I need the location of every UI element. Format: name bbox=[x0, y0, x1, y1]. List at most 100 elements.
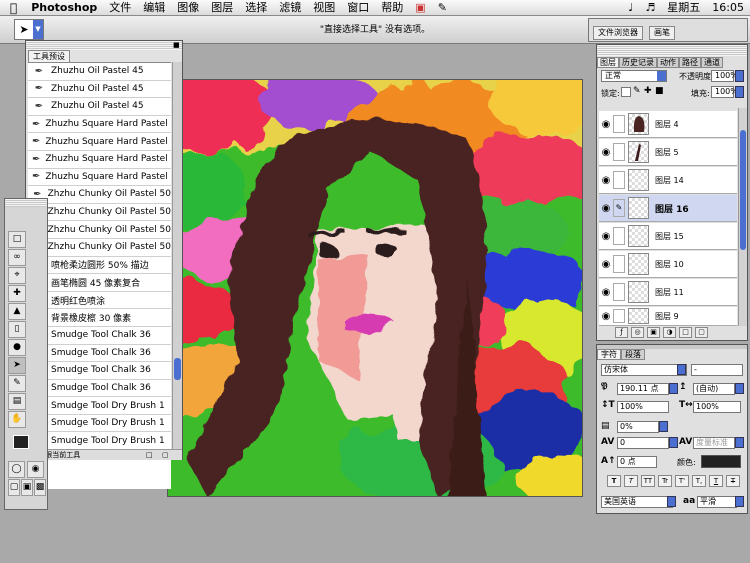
link-slot[interactable] bbox=[613, 309, 625, 323]
marquee-tool-icon[interactable]: □ bbox=[8, 231, 26, 248]
tab-actions[interactable]: 动作 bbox=[657, 57, 679, 68]
scrollbar-thumb[interactable] bbox=[740, 130, 746, 250]
eye-icon[interactable]: ◉ bbox=[599, 231, 613, 242]
eye-icon[interactable]: ◉ bbox=[599, 259, 613, 270]
tab-paragraph[interactable]: 段落 bbox=[621, 349, 645, 360]
list-item[interactable]: ▯背景橡皮檫 30 像素 bbox=[28, 309, 171, 327]
tab-character[interactable]: 字符 bbox=[597, 349, 621, 360]
tsume-input[interactable]: 0% bbox=[617, 421, 659, 433]
eye-icon[interactable]: ◉ bbox=[599, 119, 613, 130]
font-family-select[interactable]: 仿宋体 bbox=[601, 364, 687, 376]
list-item[interactable]: ✒Zhzhu Chunky Oil Pastel 50 bbox=[28, 186, 171, 204]
tab-history[interactable]: 历史记录 bbox=[619, 57, 657, 68]
small-caps-button[interactable]: Tr bbox=[658, 475, 672, 487]
horizontal-scale-input[interactable]: 100% bbox=[693, 401, 741, 413]
link-slot[interactable] bbox=[613, 283, 625, 301]
panel-close-icon[interactable]: ■ bbox=[173, 41, 180, 50]
list-item[interactable]: ☟Smudge Tool Dry Brush 1 bbox=[28, 432, 171, 451]
link-slot[interactable] bbox=[613, 115, 625, 133]
quickmask-mode-icon[interactable]: ◉ bbox=[27, 461, 44, 478]
fill-slider-icon[interactable] bbox=[735, 86, 744, 98]
screen-mode-2-icon[interactable]: ▣ bbox=[21, 479, 33, 496]
pen-tool-icon[interactable]: ✎ bbox=[8, 375, 26, 392]
layer-row[interactable]: ◉ 图层 9 bbox=[599, 307, 737, 326]
document-canvas[interactable] bbox=[167, 79, 583, 497]
list-item[interactable]: ☟Smudge Tool Dry Brush 1 bbox=[28, 415, 171, 433]
all-caps-button[interactable]: TT bbox=[641, 475, 655, 487]
list-item[interactable]: ✒Zhzhu Chunky Oil Pastel 50 bbox=[28, 239, 171, 257]
layer-row[interactable]: ◉ ✎ 图层 16 bbox=[599, 195, 737, 222]
blur-tool-icon[interactable]: ● bbox=[8, 339, 26, 356]
tracking-input[interactable]: 度量标准 bbox=[693, 437, 735, 449]
eye-icon[interactable]: ◉ bbox=[599, 203, 613, 214]
menu-layer[interactable]: 图层 bbox=[205, 0, 239, 16]
brush-icon[interactable]: ✎ bbox=[613, 199, 625, 217]
underline-button[interactable]: T bbox=[709, 475, 723, 487]
opacity-slider-icon[interactable] bbox=[735, 70, 744, 82]
antialias-select[interactable]: 平滑 bbox=[697, 496, 737, 508]
layer-row[interactable]: ◉ 图层 5 bbox=[599, 139, 737, 166]
toolbox-title-bar[interactable] bbox=[5, 199, 47, 207]
opacity-input[interactable]: 100% bbox=[711, 70, 738, 82]
list-item[interactable]: ☟Smudge Tool Chalk 36 bbox=[28, 345, 171, 363]
tab-tool-presets[interactable]: 工具预设 bbox=[28, 50, 70, 62]
menu-edit[interactable]: 编辑 bbox=[137, 0, 171, 16]
eye-icon[interactable]: ◉ bbox=[599, 175, 613, 186]
link-slot[interactable] bbox=[613, 255, 625, 273]
list-item[interactable]: ✎喷枪柔边圆形 50% 描边 bbox=[28, 257, 171, 275]
list-item[interactable]: ✒Zhzhu Chunky Oil Pastel 50 bbox=[28, 221, 171, 239]
healing-tool-icon[interactable]: ✚ bbox=[8, 285, 26, 302]
screen-mode-3-icon[interactable]: ▩ bbox=[34, 479, 46, 496]
path-selection-tool-icon[interactable]: ➤ bbox=[8, 357, 26, 374]
trash-icon[interactable]: ▢ bbox=[162, 450, 169, 460]
layers-scrollbar[interactable] bbox=[738, 108, 747, 326]
vertical-scale-input[interactable]: 100% bbox=[617, 401, 669, 413]
tab-channels[interactable]: 通道 bbox=[701, 57, 723, 68]
faux-italic-button[interactable]: T bbox=[624, 475, 638, 487]
chevron-down-icon[interactable] bbox=[735, 437, 744, 448]
layer-row[interactable]: ◉ 图层 11 bbox=[599, 279, 737, 306]
list-item[interactable]: ✒画笔椭圆 45 像素复合 bbox=[28, 274, 171, 292]
layer-row[interactable]: ◉ 图层 15 bbox=[599, 223, 737, 250]
lock-image-icon[interactable]: ✎ bbox=[633, 86, 641, 96]
foreground-color-swatch[interactable] bbox=[13, 435, 29, 449]
tab-file-browser[interactable]: 文件浏览器 bbox=[593, 26, 643, 40]
notes-tool-icon[interactable]: ▤ bbox=[8, 393, 26, 410]
chevron-down-icon[interactable] bbox=[667, 496, 676, 507]
text-color-swatch[interactable] bbox=[701, 455, 741, 468]
panel-title-bar[interactable] bbox=[26, 41, 182, 50]
faux-bold-button[interactable]: T bbox=[607, 475, 621, 487]
app-switcher-icon[interactable]: ▣ bbox=[409, 0, 431, 16]
new-preset-icon[interactable]: □ bbox=[146, 450, 153, 460]
tab-paths[interactable]: 路径 bbox=[679, 57, 701, 68]
hand-tool-icon[interactable]: ✋ bbox=[8, 411, 26, 428]
link-slot[interactable] bbox=[613, 143, 625, 161]
layer-row[interactable]: ◉ 图层 14 bbox=[599, 167, 737, 194]
list-item[interactable]: ✒Zhzhu Chunky Oil Pastel 50 bbox=[28, 204, 171, 222]
menu-view[interactable]: 视图 bbox=[307, 0, 341, 16]
language-select[interactable]: 美国英语 bbox=[601, 496, 673, 508]
chevron-down-icon[interactable] bbox=[677, 364, 686, 375]
superscript-button[interactable]: T' bbox=[675, 475, 689, 487]
tab-layers[interactable]: 图层 bbox=[597, 57, 619, 68]
chevron-down-icon[interactable] bbox=[735, 496, 744, 507]
list-item[interactable]: ☟Smudge Tool Chalk 36 bbox=[28, 362, 171, 380]
layer-row[interactable]: ◉ 图层 10 bbox=[599, 251, 737, 278]
blend-mode-select[interactable]: 正常 bbox=[601, 70, 667, 82]
chevron-down-icon[interactable] bbox=[735, 383, 744, 394]
strikethrough-button[interactable]: T bbox=[726, 475, 740, 487]
list-item[interactable]: ✒ Zhuzhu Square Hard Pastel 40 bbox=[28, 116, 171, 134]
layer-mask-icon[interactable]: ◎ bbox=[631, 327, 644, 338]
baseline-shift-input[interactable]: 0 点 bbox=[617, 456, 657, 468]
volume-icon[interactable]: ♬ bbox=[639, 0, 661, 16]
pencil-icon[interactable]: ✎ bbox=[432, 0, 453, 16]
menu-select[interactable]: 选择 bbox=[239, 0, 273, 16]
list-item[interactable]: ✒ Zhuzhu Oil Pastel 45 bbox=[28, 81, 171, 99]
list-item[interactable]: ✒ Zhuzhu Oil Pastel 45 bbox=[28, 63, 171, 81]
standard-mode-icon[interactable]: ◯ bbox=[8, 461, 25, 478]
list-item[interactable]: ✒ Zhuzhu Square Hard Pastel 40 bbox=[28, 151, 171, 169]
crop-tool-icon[interactable]: ⌖ bbox=[8, 267, 26, 284]
lasso-tool-icon[interactable]: ∞ bbox=[8, 249, 26, 266]
eye-icon[interactable]: ◉ bbox=[599, 287, 613, 298]
preset-scrollbar[interactable] bbox=[172, 62, 182, 452]
